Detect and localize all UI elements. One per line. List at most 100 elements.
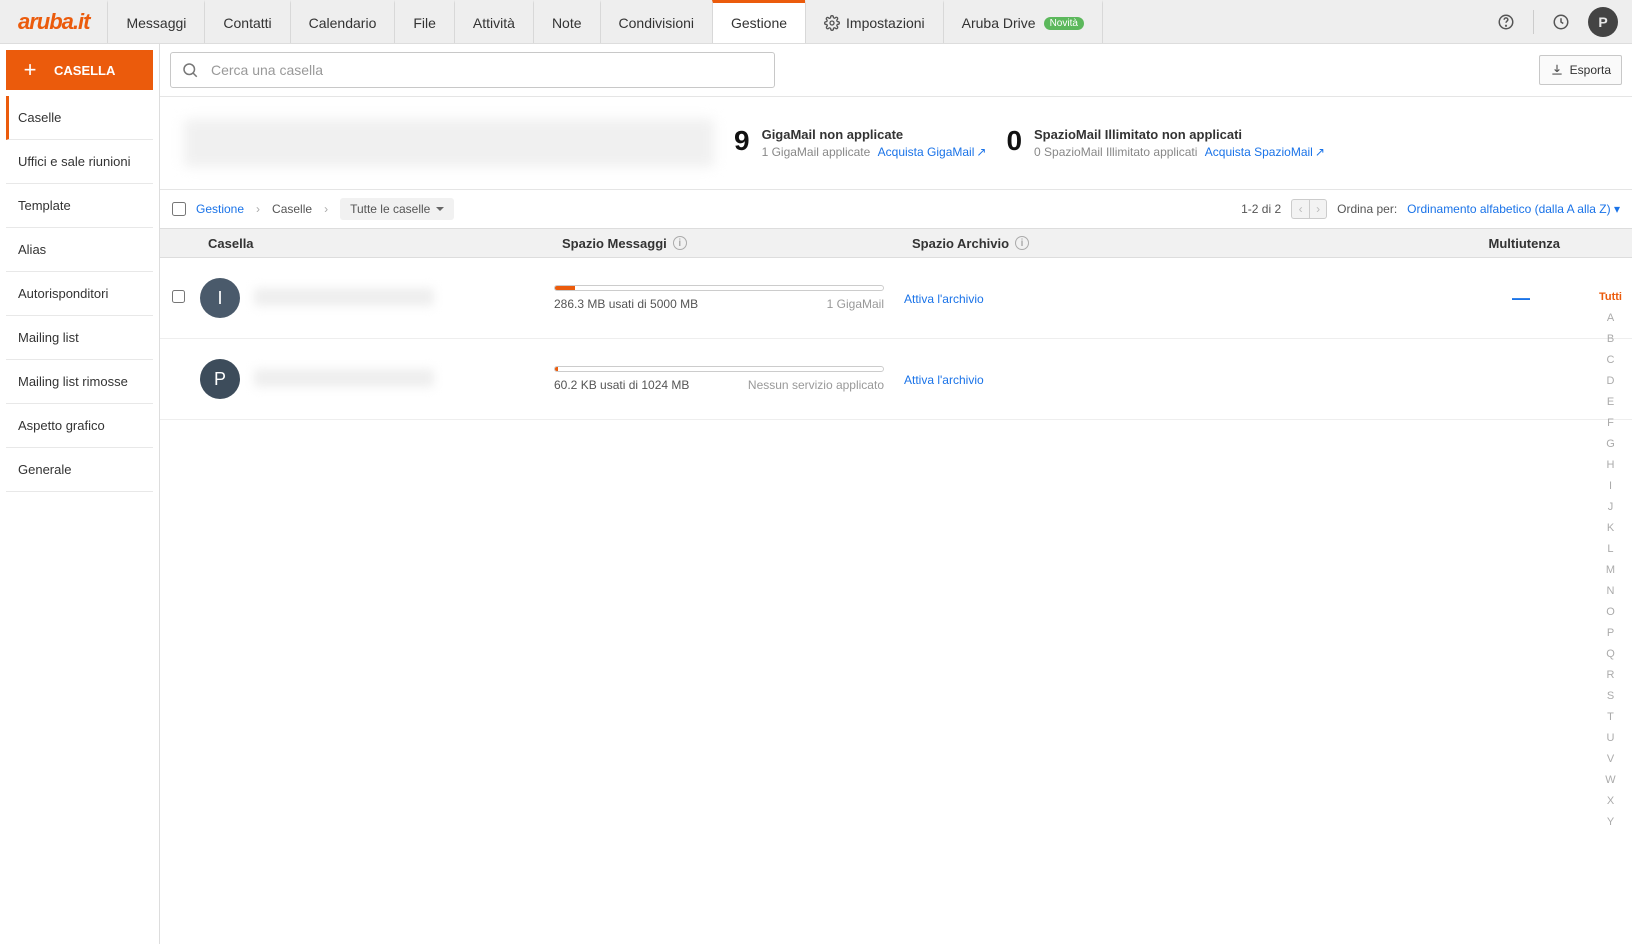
alpha-l[interactable]: L bbox=[1599, 539, 1622, 560]
search-icon bbox=[181, 61, 199, 79]
tab-condivisioni[interactable]: Condivisioni bbox=[600, 0, 712, 43]
row-checkbox[interactable] bbox=[172, 290, 185, 303]
alpha-u[interactable]: U bbox=[1599, 728, 1622, 749]
tab-note[interactable]: Note bbox=[533, 0, 600, 43]
gigamail-sub: 1 GigaMail applicate bbox=[762, 145, 871, 159]
plus-icon: + bbox=[6, 57, 54, 83]
sidebar-item-mailing-list[interactable]: Mailing list bbox=[6, 316, 153, 360]
tab-impostazioni[interactable]: Impostazioni bbox=[805, 0, 943, 43]
spaziomail-sub: 0 SpazioMail Illimitato applicati bbox=[1034, 145, 1197, 159]
sidebar-item-template[interactable]: Template bbox=[6, 184, 153, 228]
tab-calendario[interactable]: Calendario bbox=[290, 0, 395, 43]
alpha-f[interactable]: F bbox=[1599, 413, 1622, 434]
sidebar-item-alias[interactable]: Alias bbox=[6, 228, 153, 272]
select-all-checkbox[interactable] bbox=[172, 202, 186, 216]
alpha-c[interactable]: C bbox=[1599, 350, 1622, 371]
alpha-v[interactable]: V bbox=[1599, 749, 1622, 770]
alpha-m[interactable]: M bbox=[1599, 560, 1622, 581]
col-header-casella: Casella bbox=[200, 236, 562, 251]
service-text: 1 GigaMail bbox=[827, 297, 884, 311]
activate-archive-link[interactable]: Attiva l'archivio bbox=[904, 292, 984, 306]
alpha-o[interactable]: O bbox=[1599, 602, 1622, 623]
alpha-k[interactable]: K bbox=[1599, 518, 1622, 539]
service-text: Nessun servizio applicato bbox=[748, 378, 884, 392]
gigamail-counter: 9 GigaMail non applicate 1 GigaMail appl… bbox=[734, 127, 986, 159]
mailbox-avatar: P bbox=[200, 359, 240, 399]
user-avatar[interactable]: P bbox=[1588, 7, 1618, 37]
spaziomail-title: SpazioMail Illimitato non applicati bbox=[1034, 127, 1325, 142]
mailbox-address-redacted bbox=[254, 369, 434, 387]
alpha-q[interactable]: Q bbox=[1599, 644, 1622, 665]
alpha-n[interactable]: N bbox=[1599, 581, 1622, 602]
filter-dropdown-label: Tutte le caselle bbox=[350, 202, 430, 216]
next-page-button[interactable]: › bbox=[1309, 199, 1327, 219]
alpha-s[interactable]: S bbox=[1599, 686, 1622, 707]
sidebar-item-uffici-e-sale-riunioni[interactable]: Uffici e sale riunioni bbox=[6, 140, 153, 184]
alpha-p[interactable]: P bbox=[1599, 623, 1622, 644]
domain-info-redacted bbox=[184, 119, 714, 167]
alpha-r[interactable]: R bbox=[1599, 665, 1622, 686]
novita-badge: Novità bbox=[1044, 17, 1084, 30]
sidebar-item-generale[interactable]: Generale bbox=[6, 448, 153, 492]
tab-contatti[interactable]: Contatti bbox=[204, 0, 289, 43]
tab-file[interactable]: File bbox=[394, 0, 454, 43]
chevron-down-icon bbox=[436, 207, 444, 215]
table-row[interactable]: P 60.2 KB usati di 1024 MB Nessun servizio… bbox=[160, 339, 1632, 420]
filter-dropdown[interactable]: Tutte le caselle bbox=[340, 198, 454, 220]
alpha-x[interactable]: X bbox=[1599, 791, 1622, 812]
alpha-w[interactable]: W bbox=[1599, 770, 1622, 791]
multiuser-value: — bbox=[1284, 288, 1620, 309]
tab-gestione[interactable]: Gestione bbox=[712, 0, 805, 43]
alpha-b[interactable]: B bbox=[1599, 329, 1622, 350]
alpha-t[interactable]: T bbox=[1599, 707, 1622, 728]
alpha-g[interactable]: G bbox=[1599, 434, 1622, 455]
new-casella-label: CASELLA bbox=[54, 63, 115, 78]
gigamail-title: GigaMail non applicate bbox=[762, 127, 987, 142]
alpha-all[interactable]: Tutti bbox=[1599, 287, 1622, 308]
gear-icon bbox=[824, 15, 840, 31]
prev-page-button[interactable]: ‹ bbox=[1291, 199, 1309, 219]
search-box[interactable] bbox=[170, 52, 775, 88]
chevron-down-icon: ▾ bbox=[1614, 202, 1620, 216]
export-button[interactable]: Esporta bbox=[1539, 55, 1622, 85]
alpha-y[interactable]: Y bbox=[1599, 812, 1622, 833]
breadcrumb-current: Caselle bbox=[272, 202, 312, 216]
spaziomail-counter: 0 SpazioMail Illimitato non applicati 0 … bbox=[1006, 127, 1324, 159]
sidebar-item-aspetto-grafico[interactable]: Aspetto grafico bbox=[6, 404, 153, 448]
usage-text: 60.2 KB usati di 1024 MB bbox=[554, 378, 689, 392]
spaziomail-count: 0 bbox=[1006, 127, 1022, 155]
info-icon[interactable]: i bbox=[1015, 236, 1029, 250]
brand-logo[interactable]: aruba.it bbox=[0, 0, 107, 43]
alpha-d[interactable]: D bbox=[1599, 371, 1622, 392]
chevron-right-icon: › bbox=[256, 202, 260, 216]
external-link-icon: ↗ bbox=[976, 145, 986, 159]
sidebar-item-caselle[interactable]: Caselle bbox=[6, 96, 153, 140]
sort-label: Ordina per: bbox=[1337, 202, 1397, 216]
buy-spaziomail-link[interactable]: Acquista SpazioMail↗ bbox=[1205, 145, 1325, 159]
usage-text: 286.3 MB usati di 5000 MB bbox=[554, 297, 698, 311]
help-icon[interactable] bbox=[1489, 5, 1523, 39]
alpha-a[interactable]: A bbox=[1599, 308, 1622, 329]
col-header-spazio-messaggi: Spazio Messaggi bbox=[562, 236, 667, 251]
breadcrumb-root[interactable]: Gestione bbox=[196, 202, 244, 216]
info-icon[interactable]: i bbox=[673, 236, 687, 250]
alpha-i[interactable]: I bbox=[1599, 476, 1622, 497]
activate-archive-link[interactable]: Attiva l'archivio bbox=[904, 373, 984, 387]
sidebar-item-mailing-list-rimosse[interactable]: Mailing list rimosse bbox=[6, 360, 153, 404]
tab-messaggi[interactable]: Messaggi bbox=[107, 0, 204, 43]
new-casella-button[interactable]: + CASELLA bbox=[6, 50, 153, 90]
sidebar-item-autorisponditori[interactable]: Autorisponditori bbox=[6, 272, 153, 316]
alpha-h[interactable]: H bbox=[1599, 455, 1622, 476]
history-icon[interactable] bbox=[1544, 5, 1578, 39]
buy-gigamail-link[interactable]: Acquista GigaMail↗ bbox=[878, 145, 987, 159]
tab-aruba-drive[interactable]: Aruba DriveNovità bbox=[943, 0, 1103, 43]
alpha-j[interactable]: J bbox=[1599, 497, 1622, 518]
mailbox-address-redacted bbox=[254, 288, 434, 306]
tab-attività[interactable]: Attività bbox=[454, 0, 533, 43]
export-label: Esporta bbox=[1570, 63, 1611, 77]
alpha-e[interactable]: E bbox=[1599, 392, 1622, 413]
table-row[interactable]: I286.3 MB usati di 5000 MB1 GigaMailAtti… bbox=[160, 258, 1632, 339]
sort-dropdown[interactable]: Ordinamento alfabetico (dalla A alla Z) … bbox=[1407, 202, 1620, 216]
usage-bar bbox=[554, 366, 884, 372]
search-input[interactable] bbox=[211, 62, 764, 78]
